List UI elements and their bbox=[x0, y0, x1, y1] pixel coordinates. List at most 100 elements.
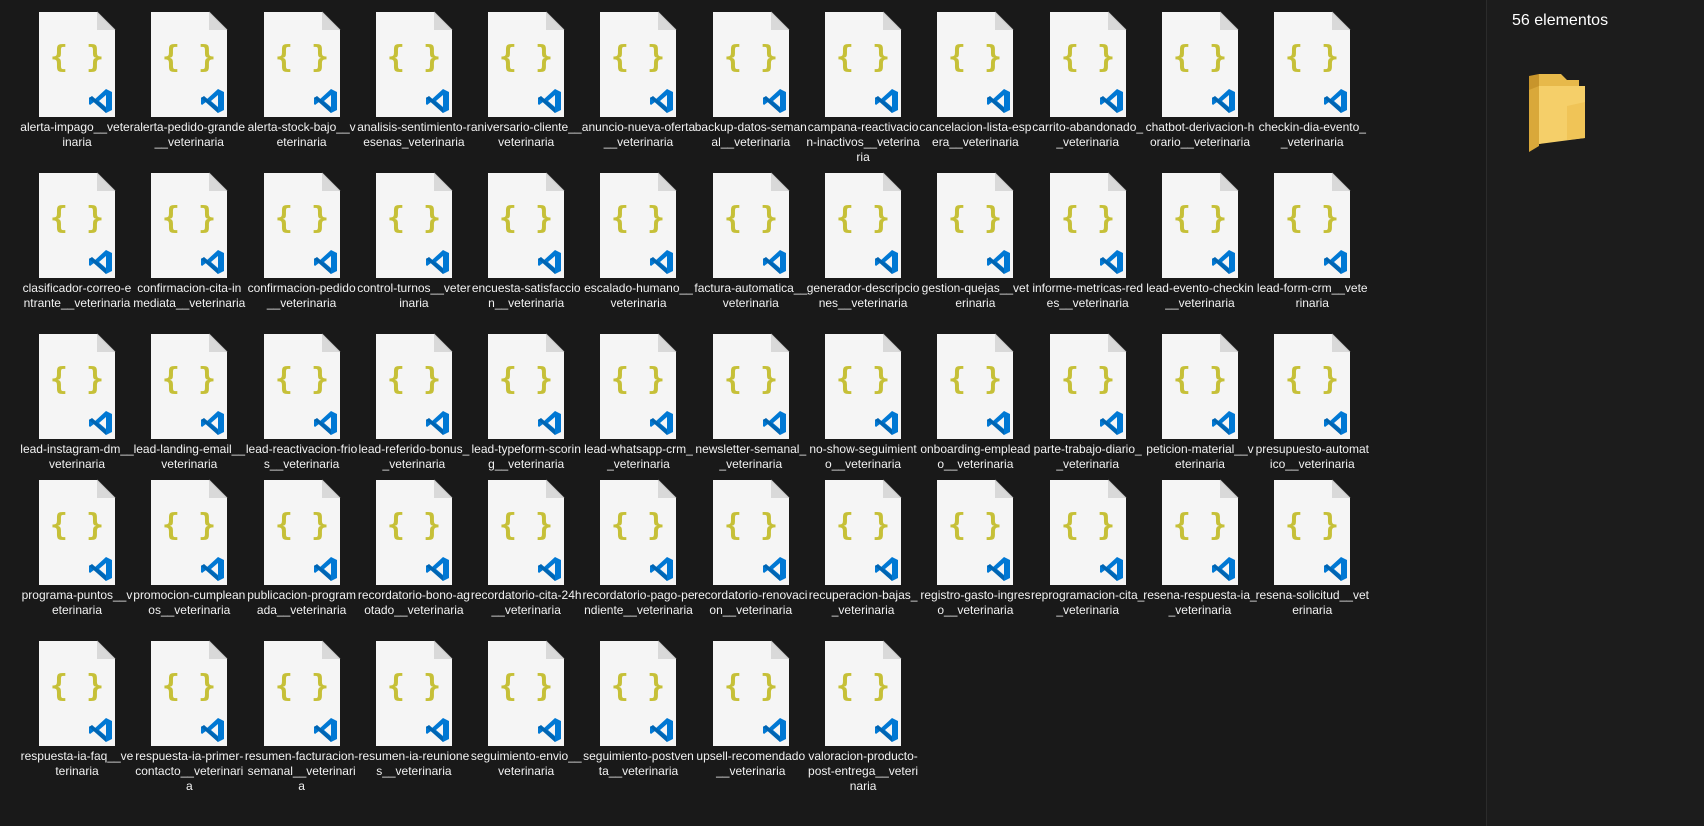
svg-text:{ }: { } bbox=[948, 362, 1002, 397]
file-item[interactable]: { } chatbot-derivacion-horario__veterinar… bbox=[1141, 8, 1259, 169]
json-vscode-file-icon: { } bbox=[1160, 479, 1240, 586]
file-item[interactable]: { } cancelacion-lista-espera__veterinaria bbox=[916, 8, 1034, 169]
file-item[interactable]: { } recuperacion-bajas__veterinaria bbox=[804, 476, 922, 637]
file-item[interactable]: { } clasificador-correo-entrante__veterin… bbox=[18, 169, 136, 330]
file-name-label: recordatorio-renovacion__veterinaria bbox=[694, 588, 808, 617]
file-item[interactable]: { } programa-puntos__veterinaria bbox=[18, 476, 136, 637]
json-vscode-file-icon: { } bbox=[598, 11, 678, 118]
file-item[interactable]: { } lead-whatsapp-crm__veterinaria bbox=[579, 330, 697, 476]
svg-text:{ }: { } bbox=[611, 40, 665, 75]
file-item[interactable]: { } gestion-quejas__veterinaria bbox=[916, 169, 1034, 330]
file-item[interactable]: { } alerta-impago__veterinaria bbox=[18, 8, 136, 169]
file-item[interactable]: { } respuesta-ia-primer-contacto__veterin… bbox=[130, 637, 248, 798]
file-row: { } programa-puntos__veterinaria { } promoc… bbox=[18, 476, 1482, 637]
file-name-label: seguimiento-envio__veterinaria bbox=[470, 749, 582, 778]
file-item[interactable]: { } encuesta-satisfaccion__veterinaria bbox=[467, 169, 585, 330]
file-item[interactable]: { } escalado-humano__veterinaria bbox=[579, 169, 697, 330]
file-item[interactable]: { } lead-typeform-scoring__veterinaria bbox=[467, 330, 585, 476]
file-item[interactable]: { } lead-form-crm__veterinaria bbox=[1253, 169, 1371, 330]
file-item[interactable]: { } recordatorio-bono-agotado__veterinari… bbox=[355, 476, 473, 637]
file-item[interactable]: { } lead-landing-email__veterinaria bbox=[130, 330, 248, 476]
file-item[interactable]: { } parte-trabajo-diario__veterinaria bbox=[1029, 330, 1147, 476]
svg-text:{ }: { } bbox=[611, 362, 665, 397]
file-item[interactable]: { } campana-reactivacion-inactivos__veter… bbox=[804, 8, 922, 169]
file-item[interactable]: { } resumen-ia-reuniones__veterinaria bbox=[355, 637, 473, 798]
file-item[interactable]: { } lead-evento-checkin__veterinaria bbox=[1141, 169, 1259, 330]
file-name-label: control-turnos__veterinaria bbox=[357, 281, 471, 310]
file-name-label: no-show-seguimiento__veterinaria bbox=[809, 442, 917, 471]
file-item[interactable]: { } anuncio-nueva-oferta__veterinaria bbox=[579, 8, 697, 169]
json-vscode-file-icon: { } bbox=[149, 479, 229, 586]
file-name-label: confirmacion-pedido__veterinaria bbox=[247, 281, 356, 310]
svg-text:{ }: { } bbox=[499, 201, 553, 236]
file-item[interactable]: { } analisis-sentimiento-resenas_veterina… bbox=[355, 8, 473, 169]
file-item[interactable]: { } lead-instagram-dm__veterinaria bbox=[18, 330, 136, 476]
svg-text:{ }: { } bbox=[1061, 508, 1115, 543]
file-item[interactable]: { } upsell-recomendado__veterinaria bbox=[692, 637, 810, 798]
file-name-label: resumen-ia-reuniones__veterinaria bbox=[358, 749, 470, 778]
file-name-label: seguimiento-postventa__veterinaria bbox=[583, 749, 694, 778]
file-item[interactable]: { } newsletter-semanal__veterinaria bbox=[692, 330, 810, 476]
file-name-label: recuperacion-bajas__veterinaria bbox=[808, 588, 918, 617]
file-name-label: peticion-material__veterinaria bbox=[1146, 442, 1254, 471]
file-name-label: presupuesto-automatico__veterinaria bbox=[1255, 442, 1369, 471]
file-item[interactable]: { } valoracion-producto-post-entrega__vet… bbox=[804, 637, 922, 798]
file-name-label: recordatorio-pago-pendiente__veterinaria bbox=[582, 588, 695, 617]
json-vscode-file-icon: { } bbox=[598, 479, 678, 586]
file-item[interactable]: { } peticion-material__veterinaria bbox=[1141, 330, 1259, 476]
file-item[interactable]: { } confirmacion-pedido__veterinaria bbox=[243, 169, 361, 330]
file-item[interactable]: { } recordatorio-renovacion__veterinaria bbox=[692, 476, 810, 637]
json-vscode-file-icon: { } bbox=[711, 172, 791, 279]
file-item[interactable]: { } alerta-pedido-grande__veterinaria bbox=[130, 8, 248, 169]
file-item[interactable]: { } resumen-facturacion-semanal__veterina… bbox=[243, 637, 361, 798]
file-item[interactable]: { } recordatorio-pago-pendiente__veterina… bbox=[579, 476, 697, 637]
file-item[interactable]: { } factura-automatica__veterinaria bbox=[692, 169, 810, 330]
json-vscode-file-icon: { } bbox=[262, 479, 342, 586]
file-item[interactable]: { } resena-respuesta-ia__veterinaria bbox=[1141, 476, 1259, 637]
file-item[interactable]: { } registro-gasto-ingreso__veterinaria bbox=[916, 476, 1034, 637]
file-item[interactable]: { } lead-referido-bonus__veterinaria bbox=[355, 330, 473, 476]
file-item[interactable]: { } reprogramacion-cita__veterinaria bbox=[1029, 476, 1147, 637]
svg-text:{ }: { } bbox=[836, 508, 890, 543]
file-item[interactable]: { } promocion-cumpleanos__veterinaria bbox=[130, 476, 248, 637]
file-item[interactable]: { } aniversario-cliente__veterinaria bbox=[467, 8, 585, 169]
file-item[interactable]: { } alerta-stock-bajo__veterinaria bbox=[243, 8, 361, 169]
svg-text:{ }: { } bbox=[1061, 201, 1115, 236]
file-item[interactable]: { } carrito-abandonado__veterinaria bbox=[1029, 8, 1147, 169]
file-item[interactable]: { } no-show-seguimiento__veterinaria bbox=[804, 330, 922, 476]
json-vscode-file-icon: { } bbox=[262, 333, 342, 440]
file-item[interactable]: { } recordatorio-cita-24h__veterinaria bbox=[467, 476, 585, 637]
folder-icon bbox=[1527, 66, 1607, 156]
file-name-label: recordatorio-cita-24h__veterinaria bbox=[470, 588, 582, 617]
svg-text:{ }: { } bbox=[499, 669, 553, 704]
json-vscode-file-icon: { } bbox=[37, 11, 117, 118]
file-item[interactable]: { } backup-datos-semanal__veterinaria bbox=[692, 8, 810, 169]
file-item[interactable]: { } seguimiento-postventa__veterinaria bbox=[579, 637, 697, 798]
file-item[interactable]: { } lead-reactivacion-frios__veterinaria bbox=[243, 330, 361, 476]
svg-text:{ }: { } bbox=[50, 362, 104, 397]
svg-text:{ }: { } bbox=[1173, 508, 1227, 543]
file-item[interactable]: { } informe-metricas-redes__veterinaria bbox=[1029, 169, 1147, 330]
file-item[interactable]: { } onboarding-empleado__veterinaria bbox=[916, 330, 1034, 476]
svg-text:{ }: { } bbox=[162, 669, 216, 704]
file-name-label: lead-typeform-scoring__veterinaria bbox=[471, 442, 581, 471]
svg-text:{ }: { } bbox=[162, 362, 216, 397]
file-item[interactable]: { } checkin-dia-evento__veterinaria bbox=[1253, 8, 1371, 169]
svg-text:{ }: { } bbox=[499, 362, 553, 397]
json-vscode-file-icon: { } bbox=[823, 11, 903, 118]
file-item[interactable]: { } resena-solicitud__veterinaria bbox=[1253, 476, 1371, 637]
file-item[interactable]: { } respuesta-ia-faq__veterinaria bbox=[18, 637, 136, 798]
file-name-label: registro-gasto-ingreso__veterinaria bbox=[920, 588, 1031, 617]
svg-text:{ }: { } bbox=[1285, 362, 1339, 397]
json-vscode-file-icon: { } bbox=[935, 333, 1015, 440]
file-item[interactable]: { } presupuesto-automatico__veterinaria bbox=[1253, 330, 1371, 476]
file-item[interactable]: { } control-turnos__veterinaria bbox=[355, 169, 473, 330]
file-item[interactable]: { } confirmacion-cita-inmediata__veterina… bbox=[130, 169, 248, 330]
json-vscode-file-icon: { } bbox=[598, 172, 678, 279]
file-item[interactable]: { } seguimiento-envio__veterinaria bbox=[467, 637, 585, 798]
file-item[interactable]: { } generador-descripciones__veterinaria bbox=[804, 169, 922, 330]
file-name-label: confirmacion-cita-inmediata__veterinaria bbox=[133, 281, 246, 310]
file-list-view[interactable]: { } alerta-impago__veterinaria { } alerta-p… bbox=[0, 0, 1486, 826]
file-name-label: lead-referido-bonus__veterinaria bbox=[358, 442, 470, 471]
file-item[interactable]: { } publicacion-programada__veterinaria bbox=[243, 476, 361, 637]
